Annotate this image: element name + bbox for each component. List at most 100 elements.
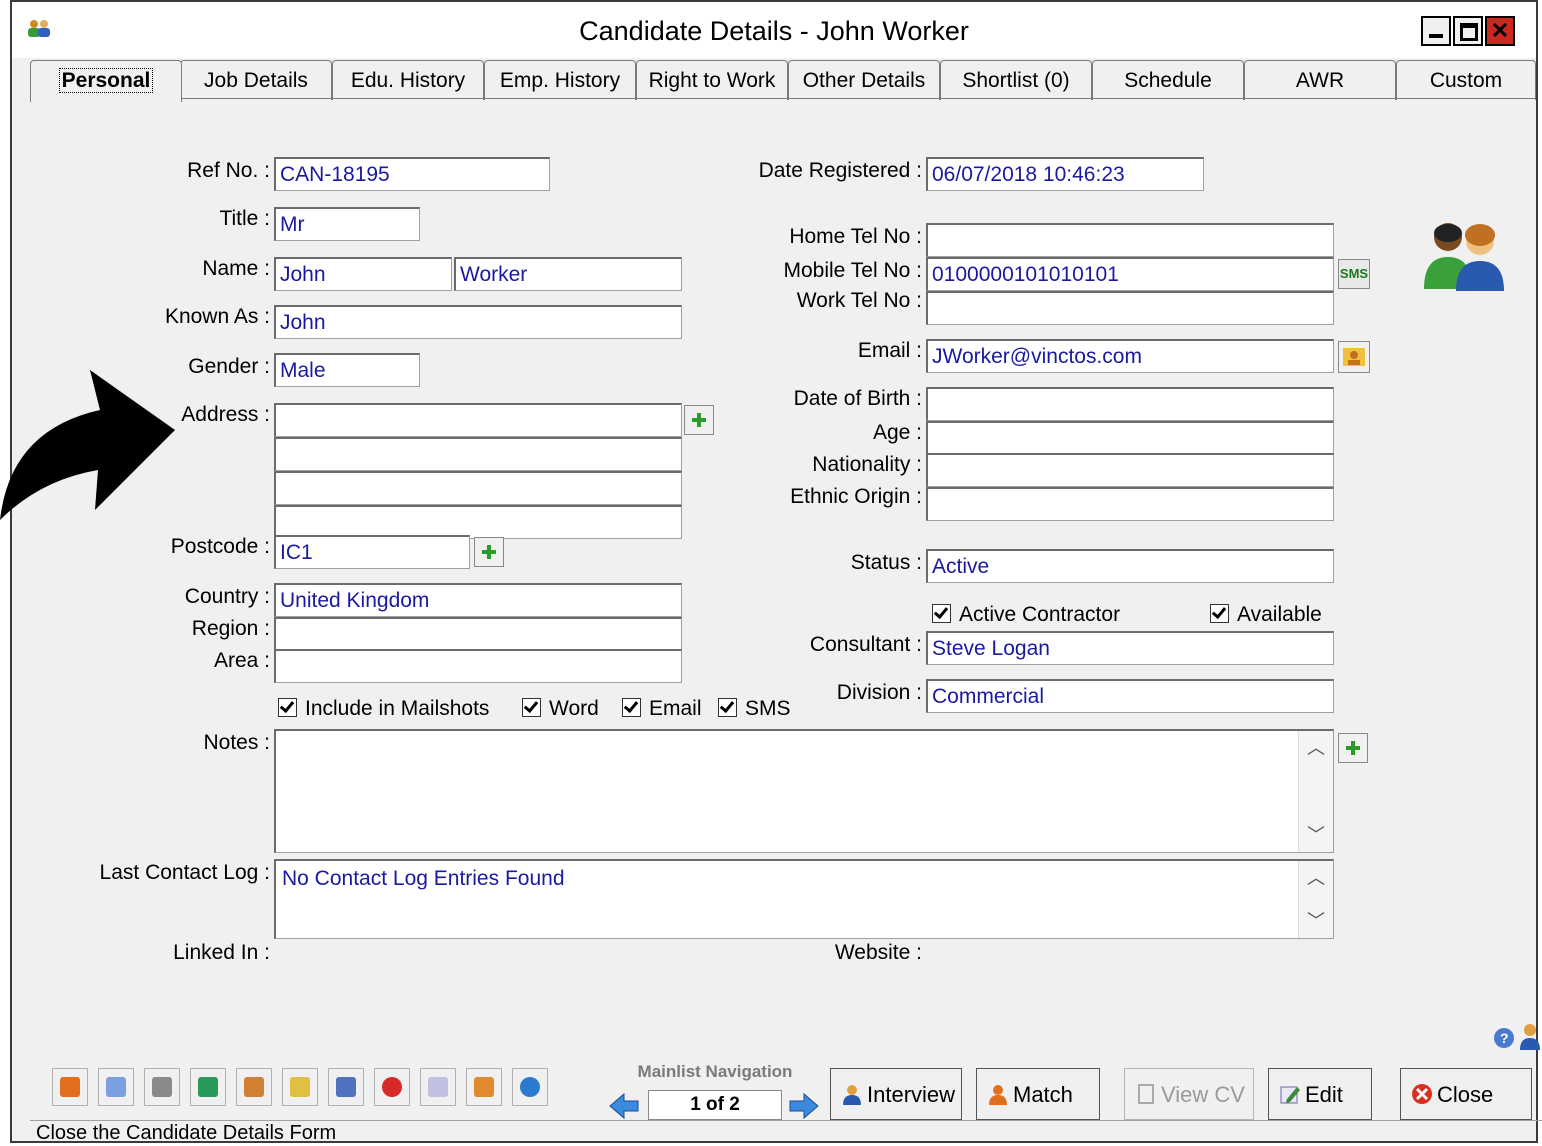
last-name-field[interactable]: Worker (454, 257, 682, 291)
postcode-field[interactable]: IC1 (274, 535, 470, 569)
maximize-button[interactable] (1453, 16, 1483, 46)
division-field[interactable]: Commercial (926, 679, 1334, 713)
region-field[interactable] (274, 617, 682, 651)
toolbar-favourite-button[interactable] (374, 1068, 410, 1106)
known-as-field[interactable]: John (274, 305, 682, 339)
tab-edu-history[interactable]: Edu. History (332, 60, 484, 100)
work-tel-field[interactable] (926, 291, 1334, 325)
notes-textarea[interactable]: ︿ ﹀ (274, 729, 1334, 853)
send-sms-button[interactable]: SMS (1338, 259, 1370, 289)
title-bar: Candidate Details - John Worker ✕ (12, 2, 1536, 58)
toolbar-print-button[interactable] (144, 1068, 180, 1106)
area-field[interactable] (274, 649, 682, 683)
window-title: Candidate Details - John Worker (579, 16, 969, 46)
tab-custom[interactable]: Custom (1396, 60, 1536, 100)
annotation-arrow-icon (0, 370, 175, 520)
toolbar-search-user-button[interactable] (466, 1068, 502, 1106)
ethnic-origin-field[interactable] (926, 487, 1334, 521)
edit-button[interactable]: Edit (1268, 1068, 1372, 1120)
candidate-details-window: Candidate Details - John Worker ✕ Person… (10, 0, 1542, 1144)
send-email-button[interactable] (1338, 341, 1370, 373)
mailshot-email-checkbox[interactable]: Email (622, 697, 702, 721)
tab-emp-history[interactable]: Emp. History (484, 60, 636, 100)
chart-icon (198, 1077, 218, 1097)
mobile-tel-field[interactable]: 0100000101010101 (926, 257, 1334, 291)
toolbar-documents-button[interactable] (236, 1068, 272, 1106)
notes-scrollbar[interactable]: ︿ ﹀ (1298, 731, 1333, 852)
search-user-icon (474, 1077, 494, 1097)
title-label: Title : (219, 207, 270, 230)
minimize-button[interactable] (1421, 16, 1451, 46)
region-label: Region : (191, 617, 270, 640)
tab-other-details[interactable]: Other Details (788, 60, 940, 100)
linked-in-label: Linked In : (173, 941, 270, 964)
toolbar-web-button[interactable] (512, 1068, 548, 1106)
last-contact-log-label: Last Contact Log : (99, 861, 270, 884)
toolbar-copy-button[interactable] (98, 1068, 134, 1106)
help-user-icon[interactable]: ? (1486, 1020, 1542, 1050)
mailshot-sms-checkbox[interactable]: SMS (718, 697, 791, 721)
last-contact-log-textarea[interactable]: No Contact Log Entries Found ︿ ﹀ (274, 859, 1334, 939)
country-field[interactable]: United Kingdom (274, 583, 682, 617)
postcode-lookup-button[interactable] (474, 537, 504, 567)
email-label: Email : (857, 339, 922, 362)
interview-button[interactable]: Interview (830, 1068, 962, 1120)
consultant-field[interactable]: Steve Logan (926, 631, 1334, 665)
country-label: Country : (184, 585, 270, 608)
previous-arrow-icon[interactable] (608, 1092, 640, 1120)
status-label: Status : (850, 551, 922, 574)
match-user-icon (989, 1085, 1007, 1105)
active-contractor-checkbox[interactable]: Active Contractor (932, 603, 1120, 627)
include-mailshots-checkbox[interactable]: Include in Mailshots (278, 697, 489, 721)
date-registered-label: Date Registered : (758, 159, 922, 182)
scroll-down-icon[interactable]: ﹀ (1299, 818, 1333, 852)
tab-personal[interactable]: Personal (30, 60, 182, 102)
address-line-1[interactable] (274, 403, 682, 437)
tab-schedule[interactable]: Schedule (1092, 60, 1244, 100)
toolbar-attach-button[interactable] (328, 1068, 364, 1106)
next-arrow-icon[interactable] (788, 1092, 820, 1120)
scroll-up-icon[interactable]: ︿ (1299, 731, 1333, 765)
add-note-button[interactable] (1338, 733, 1368, 763)
address-line-3[interactable] (274, 471, 682, 505)
note-edit-icon (428, 1077, 448, 1097)
date-registered-field[interactable]: 06/07/2018 10:46:23 (926, 157, 1204, 191)
age-label: Age : (872, 421, 922, 444)
address-line-4[interactable] (274, 505, 682, 539)
status-field[interactable]: Active (926, 549, 1334, 583)
tab-shortlist[interactable]: Shortlist (0) (940, 60, 1092, 100)
available-checkbox[interactable]: Available (1210, 603, 1322, 627)
tab-job-details[interactable]: Job Details (180, 60, 332, 100)
age-field[interactable] (926, 421, 1334, 455)
email-field[interactable]: JWorker@vinctos.com (926, 339, 1334, 373)
view-cv-button[interactable]: View CV (1124, 1068, 1254, 1120)
contact-log-scrollbar[interactable]: ︿ ﹀ (1298, 861, 1333, 938)
mobile-tel-label: Mobile Tel No : (783, 259, 922, 282)
email-contact-icon (1343, 348, 1365, 366)
gender-field[interactable]: Male (274, 353, 420, 387)
home-tel-label: Home Tel No : (789, 225, 922, 248)
toolbar-chart-button[interactable] (190, 1068, 226, 1106)
match-button[interactable]: Match (976, 1068, 1100, 1120)
add-address-button[interactable] (684, 405, 714, 435)
scroll-up-icon[interactable]: ︿ (1299, 861, 1333, 895)
close-window-button[interactable]: ✕ (1485, 16, 1515, 46)
title-field[interactable]: Mr (274, 207, 420, 241)
date-of-birth-field[interactable] (926, 387, 1334, 421)
close-button[interactable]: Close (1400, 1068, 1532, 1120)
checkbox-checked-icon (278, 698, 297, 717)
tab-awr[interactable]: AWR (1244, 60, 1396, 100)
scroll-down-icon[interactable]: ﹀ (1299, 904, 1333, 938)
home-tel-field[interactable] (926, 223, 1334, 257)
toolbar-candidates-button[interactable] (52, 1068, 88, 1106)
nationality-field[interactable] (926, 453, 1334, 487)
ref-no-field[interactable]: CAN-18195 (274, 157, 550, 191)
address-line-2[interactable] (274, 437, 682, 471)
first-name-field[interactable]: John (274, 257, 452, 291)
tab-right-to-work[interactable]: Right to Work (636, 60, 788, 100)
toolbar-folder-button[interactable] (282, 1068, 318, 1106)
toolbar-note-button[interactable] (420, 1068, 456, 1106)
interview-icon (843, 1085, 861, 1105)
mailshot-word-checkbox[interactable]: Word (522, 697, 599, 721)
checkbox-checked-icon (522, 698, 541, 717)
